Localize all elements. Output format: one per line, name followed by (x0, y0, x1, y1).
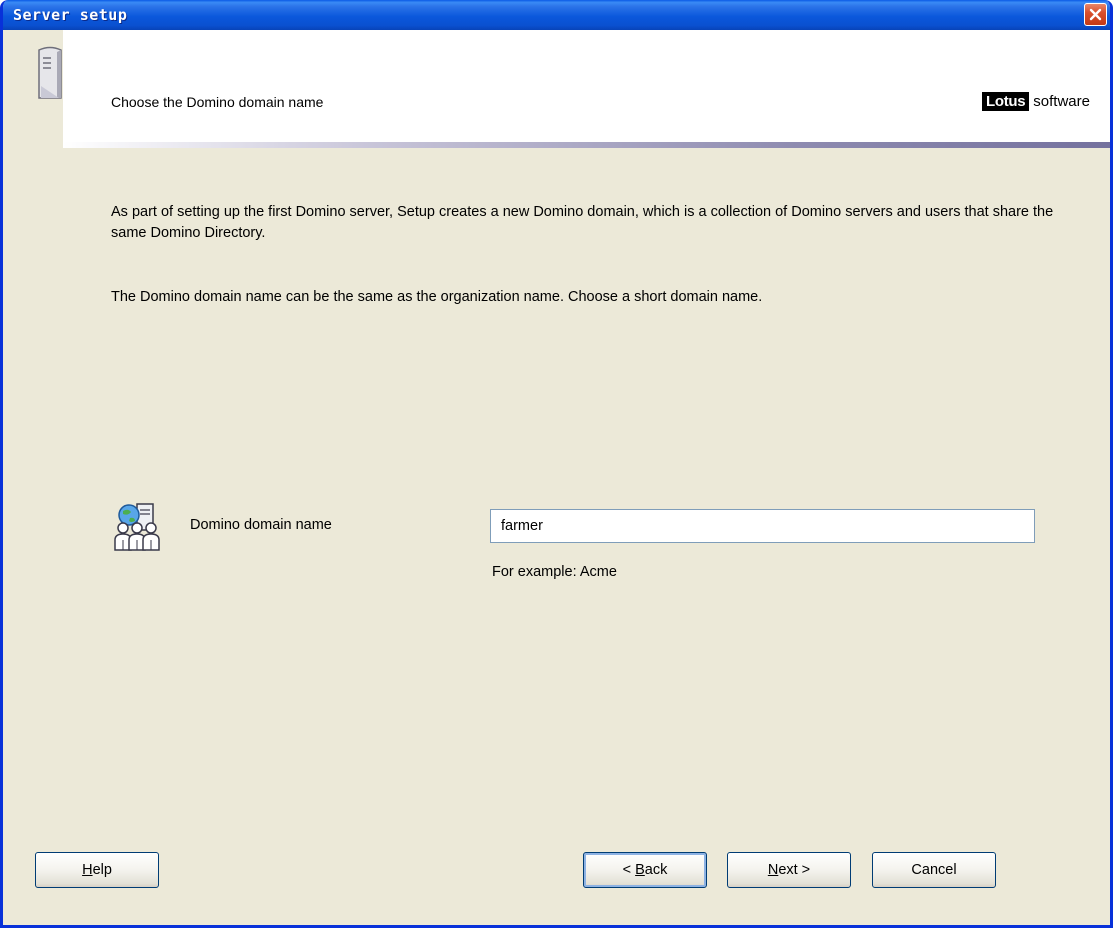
page-title: Choose the Domino domain name (111, 94, 324, 110)
close-icon (1089, 8, 1102, 21)
setup-window: Server setup Choose the Domino domain na… (0, 0, 1113, 928)
description-paragraph-2: The Domino domain name can be the same a… (111, 289, 763, 305)
help-button-label: elp (92, 862, 112, 878)
title-bar[interactable]: Server setup (3, 0, 1110, 30)
domain-name-hint: For example: Acme (492, 564, 617, 580)
domain-name-input[interactable] (490, 509, 1035, 543)
back-button[interactable]: < Back (583, 852, 707, 888)
lotus-software-logo: Lotus software (981, 90, 1090, 112)
wizard-header: Choose the Domino domain name Lotus soft… (3, 30, 1110, 148)
help-button[interactable]: Help (35, 852, 159, 888)
next-button[interactable]: Next > (727, 852, 851, 888)
description-paragraph-1: As part of setting up the first Domino s… (111, 204, 1054, 241)
next-button-mnemonic: N (767, 862, 779, 878)
server-icon (38, 46, 62, 99)
domain-name-label: Domino domain name (190, 517, 332, 533)
window-title: Server setup (13, 6, 128, 24)
back-button-mnemonic: B (635, 862, 645, 878)
next-button-label: ext > (778, 862, 811, 878)
brand-software: software (1033, 92, 1090, 110)
back-button-prefix: < (622, 862, 636, 878)
header-divider (63, 142, 1110, 148)
domain-users-icon (114, 503, 160, 551)
cancel-button[interactable]: Cancel (872, 852, 996, 888)
header-panel (63, 30, 1110, 144)
brand-lotus: Lotus (981, 91, 1030, 111)
back-button-label: ack (644, 862, 668, 878)
help-button-mnemonic: H (82, 862, 93, 878)
close-button[interactable] (1084, 3, 1107, 26)
